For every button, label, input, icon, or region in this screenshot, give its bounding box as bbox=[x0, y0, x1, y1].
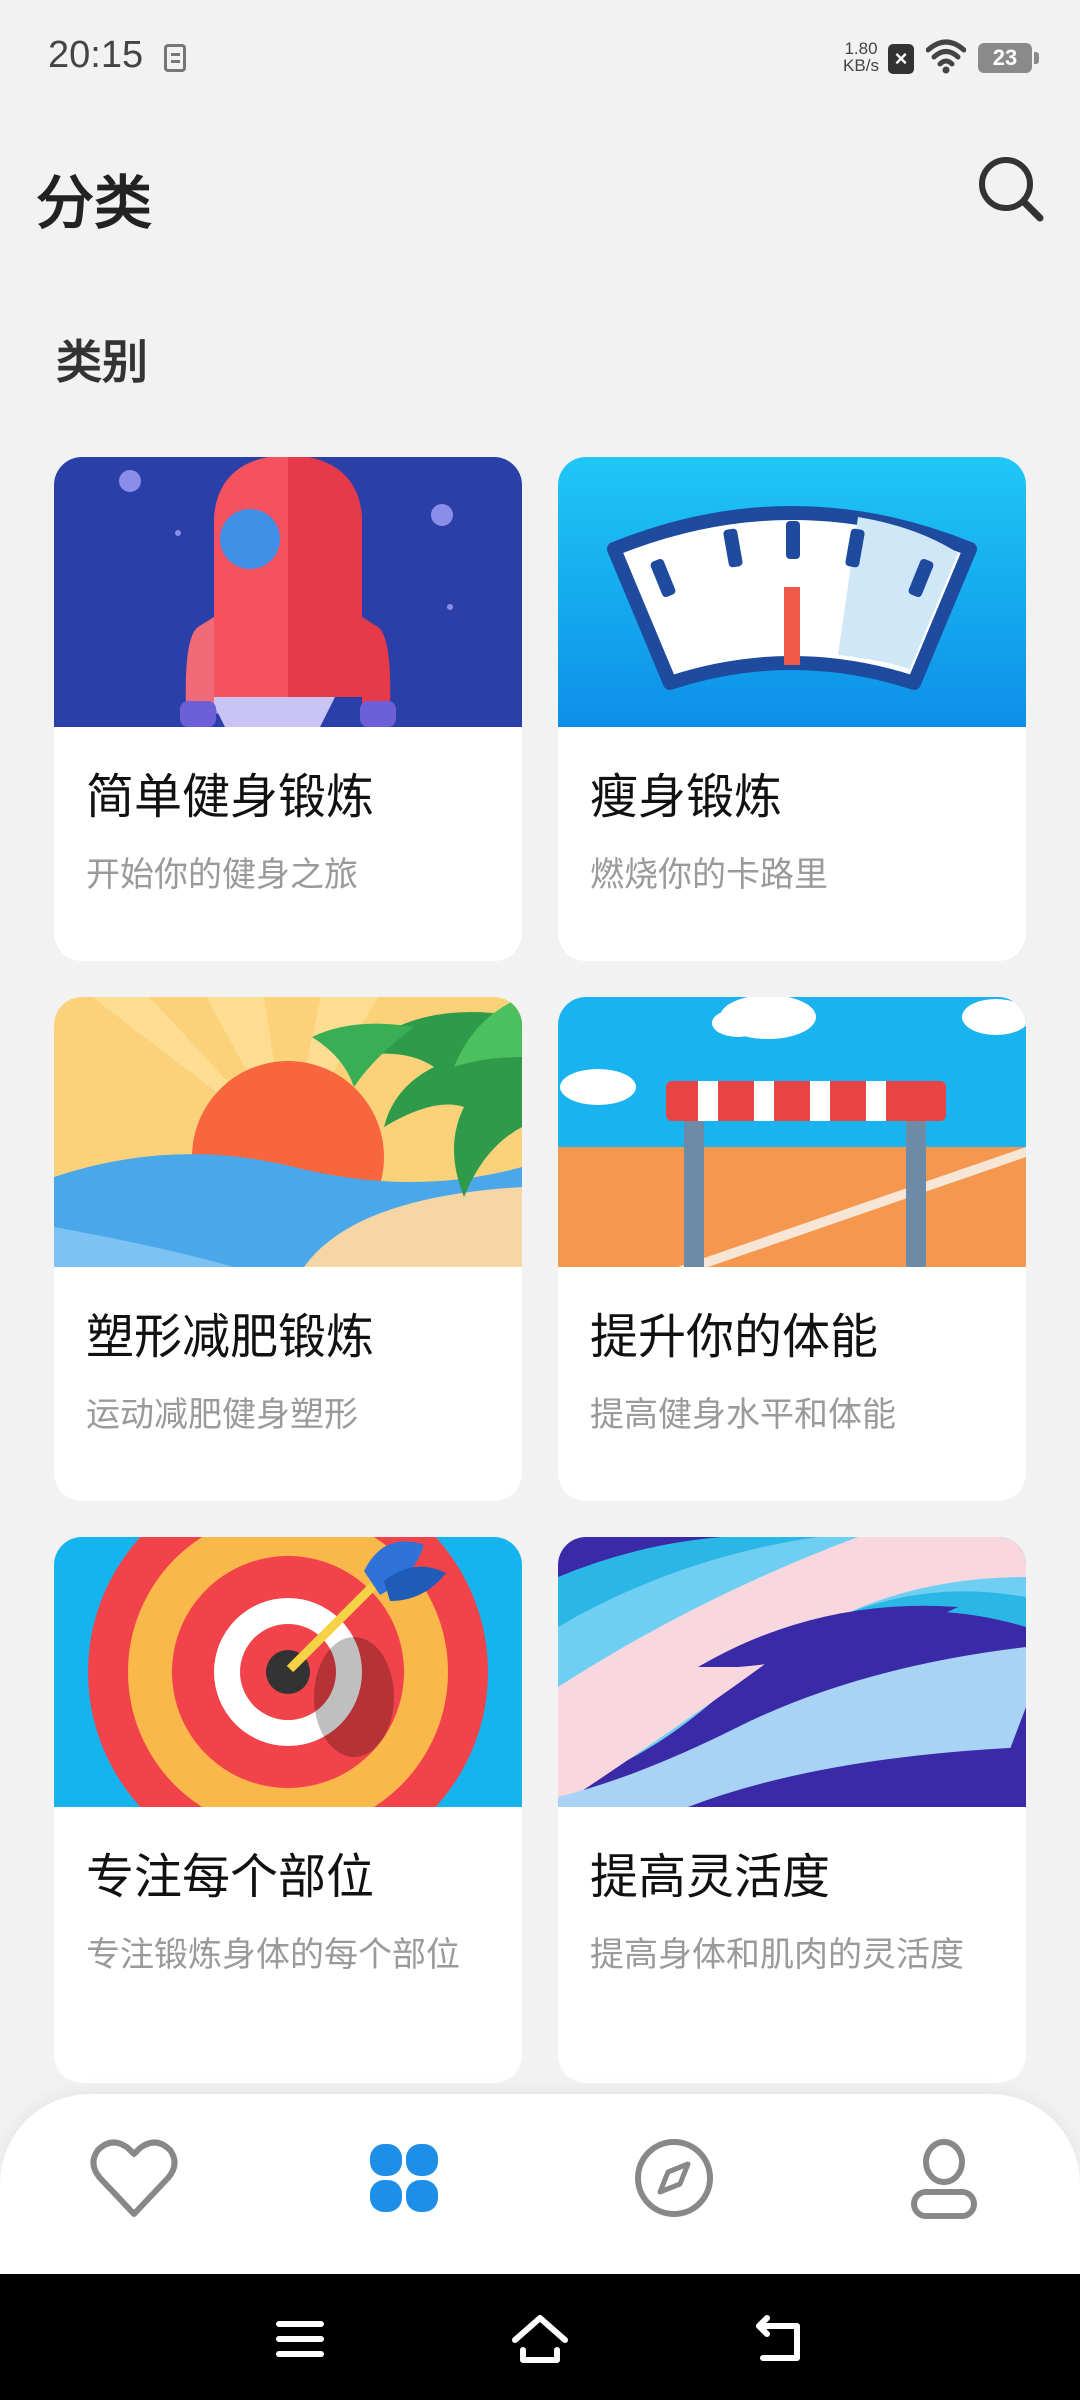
card-title: 简单健身锻炼 bbox=[86, 769, 375, 825]
notification-icon bbox=[164, 44, 186, 72]
menu-icon bbox=[276, 2321, 324, 2357]
back-icon bbox=[756, 2315, 800, 2361]
bottom-nav bbox=[0, 2094, 1080, 2274]
status-bar: 20:15 1.80 KB/s × 23 bbox=[0, 0, 1080, 120]
card-subtitle: 专注锻炼身体的每个部位 bbox=[86, 1935, 460, 1975]
card-title: 提高灵活度 bbox=[590, 1849, 831, 1905]
card-title: 塑形减肥锻炼 bbox=[86, 1309, 375, 1365]
category-card-simple-fitness[interactable]: 简单健身锻炼 开始你的健身之旅 bbox=[54, 457, 522, 961]
card-title: 专注每个部位 bbox=[86, 1849, 375, 1905]
rocket-image bbox=[54, 457, 522, 727]
status-time: 20:15 bbox=[48, 34, 144, 76]
nav-categories-tab[interactable] bbox=[354, 2128, 454, 2228]
scale-image bbox=[558, 457, 1026, 727]
heart-icon bbox=[90, 2139, 178, 2217]
card-title: 瘦身锻炼 bbox=[590, 769, 783, 825]
target-dart-image bbox=[54, 1537, 522, 1807]
category-card-shaping[interactable]: 塑形减肥锻炼 运动减肥健身塑形 bbox=[54, 997, 522, 1501]
card-subtitle: 提高身体和肌肉的灵活度 bbox=[590, 1935, 964, 1975]
category-card-body-parts[interactable]: 专注每个部位 专注锻炼身体的每个部位 bbox=[54, 1537, 522, 2083]
card-subtitle: 运动减肥健身塑形 bbox=[86, 1395, 358, 1435]
grid-icon bbox=[370, 2144, 438, 2212]
person-icon bbox=[911, 2139, 977, 2219]
nav-favorites-tab[interactable] bbox=[84, 2128, 184, 2228]
sim-off-icon: × bbox=[888, 44, 914, 74]
card-subtitle: 开始你的健身之旅 bbox=[86, 855, 358, 895]
search-icon bbox=[979, 157, 1044, 222]
category-card-flexibility[interactable]: 提高灵活度 提高身体和肌肉的灵活度 bbox=[558, 1537, 1026, 2083]
category-card-stamina[interactable]: 提升你的体能 提高健身水平和体能 bbox=[558, 997, 1026, 1501]
card-subtitle: 提高健身水平和体能 bbox=[590, 1395, 896, 1435]
network-speed: 1.80 KB/s bbox=[838, 40, 884, 74]
waves-image bbox=[558, 1537, 1026, 1807]
card-subtitle: 燃烧你的卡路里 bbox=[590, 855, 828, 895]
nav-profile-tab[interactable] bbox=[894, 2128, 994, 2228]
back-button[interactable] bbox=[745, 2304, 815, 2374]
card-title: 提升你的体能 bbox=[590, 1309, 879, 1365]
beach-sunset-image bbox=[54, 997, 522, 1267]
system-nav-bar bbox=[0, 2274, 1080, 2400]
nav-discover-tab[interactable] bbox=[624, 2128, 724, 2228]
home-icon bbox=[512, 2315, 568, 2363]
network-speed-unit: KB/s bbox=[843, 56, 879, 75]
home-button[interactable] bbox=[505, 2304, 575, 2374]
page-title: 分类 bbox=[36, 169, 153, 237]
menu-button[interactable] bbox=[265, 2304, 335, 2374]
hurdle-image bbox=[558, 997, 1026, 1267]
category-card-slimming[interactable]: 瘦身锻炼 燃烧你的卡路里 bbox=[558, 457, 1026, 961]
battery-icon: 23 bbox=[978, 43, 1039, 73]
search-button[interactable] bbox=[976, 154, 1046, 224]
section-title: 类别 bbox=[56, 335, 148, 389]
wifi-icon bbox=[926, 39, 966, 74]
compass-icon bbox=[635, 2139, 713, 2217]
network-speed-value: 1.80 bbox=[844, 39, 878, 58]
